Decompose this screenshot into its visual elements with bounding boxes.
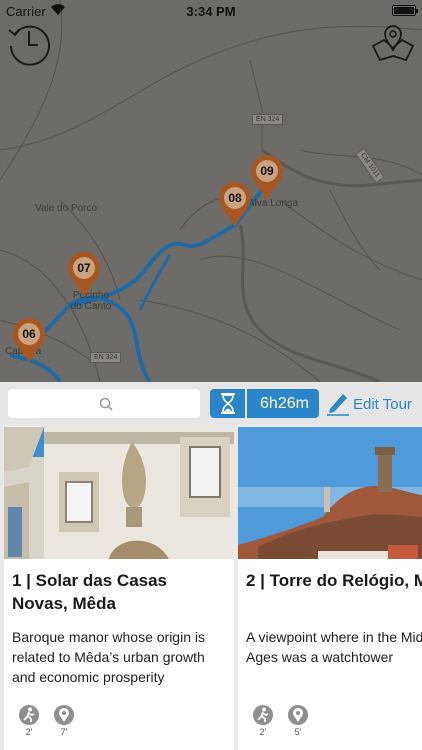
edit-tour-button[interactable]: Edit Tour: [326, 386, 420, 420]
map-pin-number: 07: [77, 261, 91, 275]
places-button[interactable]: [370, 18, 416, 64]
hourglass-icon: [221, 393, 235, 414]
point-title: 1 | Solar das Casas Novas, Mêda: [12, 571, 168, 613]
history-button[interactable]: [6, 20, 52, 66]
visit-time-value: 5': [294, 727, 302, 737]
points-carousel[interactable]: 1 | Solar das Casas Novas, Mêda Baroque …: [0, 424, 422, 750]
tour-duration-button[interactable]: 6h26m: [210, 389, 319, 418]
location-pin-icon: [293, 708, 303, 722]
map-pin-number: 09: [260, 164, 274, 178]
map-view[interactable]: Vale do Porco Pocinho do Canto Caprara A…: [0, 0, 422, 382]
walking-icon: [23, 707, 35, 722]
map-roads: [0, 0, 422, 382]
road-shield: EN 324: [252, 114, 284, 125]
point-photo: [4, 427, 234, 559]
point-title: 2 | Torre do Relógio, Mêda: [246, 571, 422, 590]
visit-time-value: 7': [60, 727, 68, 737]
map-pin-09[interactable]: 09: [250, 155, 284, 201]
map-pin-icon: [219, 182, 251, 227]
edit-tour-label: Edit Tour: [353, 396, 412, 413]
search-icon: [99, 397, 113, 411]
status-bar: Carrier 3:34 PM: [0, 0, 422, 22]
map-pin-08[interactable]: 08: [218, 182, 252, 228]
map-pins-icon: [371, 25, 415, 62]
map-pin-06[interactable]: 06: [12, 318, 46, 364]
battery-icon: [392, 5, 418, 16]
point-photo: [238, 427, 422, 559]
walk-time-value: 2': [25, 727, 33, 737]
map-pin-number: 06: [22, 327, 36, 341]
walk-time: 2': [250, 705, 276, 737]
point-description: A viewpoint where in the Middle Ages was…: [246, 629, 422, 665]
point-description: Baroque manor whose origin is related to…: [12, 629, 205, 685]
point-card[interactable]: 2 | Torre do Relógio, Mêda A viewpoint w…: [238, 427, 422, 750]
map-pin-icon: [68, 252, 100, 297]
walk-time: 2': [16, 705, 42, 737]
walking-icon: [257, 707, 269, 722]
pencil-icon: [327, 394, 349, 416]
visit-time: 5': [285, 705, 311, 737]
tour-toolbar: 6h26m Edit Tour: [0, 382, 422, 424]
map-pin-icon: [251, 155, 283, 200]
map-label-vale-do-porco: Vale do Porco: [35, 203, 98, 214]
clock-history-icon: [8, 25, 50, 66]
tour-duration-label: 6h26m: [260, 395, 309, 412]
map-pin-07[interactable]: 07: [67, 252, 101, 298]
location-pin-icon: [59, 708, 69, 722]
search-box[interactable]: [8, 389, 200, 418]
divider: [245, 389, 247, 418]
visit-time: 7': [51, 705, 77, 737]
clock-time: 3:34 PM: [186, 4, 236, 19]
point-card[interactable]: 1 | Solar das Casas Novas, Mêda Baroque …: [4, 427, 234, 750]
road-shield: EN 324: [90, 352, 122, 363]
walk-time-value: 2': [259, 727, 267, 737]
map-pin-icon: [13, 318, 45, 363]
map-pin-number: 08: [228, 191, 242, 205]
